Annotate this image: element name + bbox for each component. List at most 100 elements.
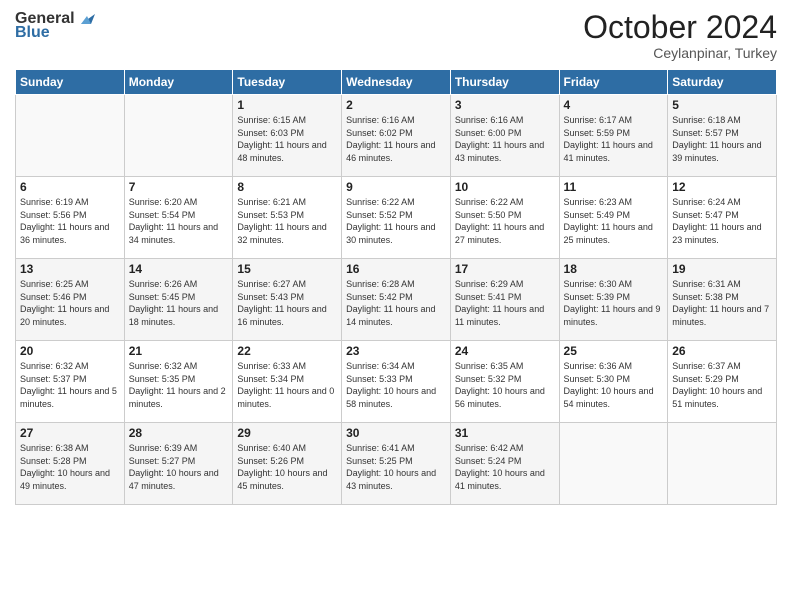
day-number-25: 25 — [564, 344, 664, 358]
day-info-11: Sunrise: 6:23 AM Sunset: 5:49 PM Dayligh… — [564, 196, 664, 246]
day-info-15: Sunrise: 6:27 AM Sunset: 5:43 PM Dayligh… — [237, 278, 337, 328]
day-number-15: 15 — [237, 262, 337, 276]
calendar-cell-4-7: 26 Sunrise: 6:37 AM Sunset: 5:29 PM Dayli… — [668, 341, 777, 423]
day-info-10: Sunrise: 6:22 AM Sunset: 5:50 PM Dayligh… — [455, 196, 555, 246]
day-number-31: 31 — [455, 426, 555, 440]
day-info-27: Sunrise: 6:38 AM Sunset: 5:28 PM Dayligh… — [20, 442, 120, 492]
day-info-8: Sunrise: 6:21 AM Sunset: 5:53 PM Dayligh… — [237, 196, 337, 246]
calendar-cell-1-4: 2 Sunrise: 6:16 AM Sunset: 6:02 PM Daylig… — [342, 95, 451, 177]
day-info-3: Sunrise: 6:16 AM Sunset: 6:00 PM Dayligh… — [455, 114, 555, 164]
calendar-cell-3-3: 15 Sunrise: 6:27 AM Sunset: 5:43 PM Dayli… — [233, 259, 342, 341]
day-number-1: 1 — [237, 98, 337, 112]
day-number-9: 9 — [346, 180, 446, 194]
calendar-cell-5-5: 31 Sunrise: 6:42 AM Sunset: 5:24 PM Dayli… — [450, 423, 559, 505]
day-number-22: 22 — [237, 344, 337, 358]
day-info-1: Sunrise: 6:15 AM Sunset: 6:03 PM Dayligh… — [237, 114, 337, 164]
day-info-20: Sunrise: 6:32 AM Sunset: 5:37 PM Dayligh… — [20, 360, 120, 410]
day-info-18: Sunrise: 6:30 AM Sunset: 5:39 PM Dayligh… — [564, 278, 664, 328]
day-info-6: Sunrise: 6:19 AM Sunset: 5:56 PM Dayligh… — [20, 196, 120, 246]
calendar-cell-3-7: 19Sunrise: 6:31 AM Sunset: 5:38 PM Dayli… — [668, 259, 777, 341]
calendar-cell-3-1: 13 Sunrise: 6:25 AM Sunset: 5:46 PM Dayli… — [16, 259, 125, 341]
day-number-27: 27 — [20, 426, 120, 440]
day-number-12: 12 — [672, 180, 772, 194]
day-number-14: 14 — [129, 262, 229, 276]
calendar-cell-1-6: 4 Sunrise: 6:17 AM Sunset: 5:59 PM Daylig… — [559, 95, 668, 177]
day-number-5: 5 — [672, 98, 772, 112]
day-number-26: 26 — [672, 344, 772, 358]
week-row-5: 27 Sunrise: 6:38 AM Sunset: 5:28 PM Dayli… — [16, 423, 777, 505]
day-number-11: 11 — [564, 180, 664, 194]
header-tuesday: Tuesday — [233, 70, 342, 95]
day-info-2: Sunrise: 6:16 AM Sunset: 6:02 PM Dayligh… — [346, 114, 446, 164]
calendar-cell-5-6 — [559, 423, 668, 505]
calendar-cell-4-6: 25Sunrise: 6:36 AM Sunset: 5:30 PM Dayli… — [559, 341, 668, 423]
calendar-cell-1-3: 1 Sunrise: 6:15 AM Sunset: 6:03 PM Daylig… — [233, 95, 342, 177]
logo: General Blue — [15, 10, 99, 42]
day-number-4: 4 — [564, 98, 664, 112]
title-block: October 2024 Ceylanpinar, Turkey — [583, 10, 777, 61]
calendar-cell-1-1 — [16, 95, 125, 177]
week-row-3: 13 Sunrise: 6:25 AM Sunset: 5:46 PM Dayli… — [16, 259, 777, 341]
calendar: Sunday Monday Tuesday Wednesday Thursday… — [15, 69, 777, 505]
calendar-cell-2-3: 8 Sunrise: 6:21 AM Sunset: 5:53 PM Daylig… — [233, 177, 342, 259]
day-number-20: 20 — [20, 344, 120, 358]
day-number-2: 2 — [346, 98, 446, 112]
day-info-24: Sunrise: 6:35 AM Sunset: 5:32 PM Dayligh… — [455, 360, 555, 410]
day-info-30: Sunrise: 6:41 AM Sunset: 5:25 PM Dayligh… — [346, 442, 446, 492]
calendar-cell-5-3: 29Sunrise: 6:40 AM Sunset: 5:26 PM Dayli… — [233, 423, 342, 505]
day-info-12: Sunrise: 6:24 AM Sunset: 5:47 PM Dayligh… — [672, 196, 772, 246]
week-row-1: 1 Sunrise: 6:15 AM Sunset: 6:03 PM Daylig… — [16, 95, 777, 177]
day-info-17: Sunrise: 6:29 AM Sunset: 5:41 PM Dayligh… — [455, 278, 555, 328]
calendar-cell-2-6: 11 Sunrise: 6:23 AM Sunset: 5:49 PM Dayli… — [559, 177, 668, 259]
day-info-16: Sunrise: 6:28 AM Sunset: 5:42 PM Dayligh… — [346, 278, 446, 328]
calendar-cell-2-2: 7 Sunrise: 6:20 AM Sunset: 5:54 PM Daylig… — [124, 177, 233, 259]
week-row-4: 20 Sunrise: 6:32 AM Sunset: 5:37 PM Dayli… — [16, 341, 777, 423]
calendar-cell-1-5: 3 Sunrise: 6:16 AM Sunset: 6:00 PM Daylig… — [450, 95, 559, 177]
calendar-cell-3-5: 17 Sunrise: 6:29 AM Sunset: 5:41 PM Dayli… — [450, 259, 559, 341]
calendar-cell-4-1: 20 Sunrise: 6:32 AM Sunset: 5:37 PM Dayli… — [16, 341, 125, 423]
header-friday: Friday — [559, 70, 668, 95]
calendar-cell-3-6: 18Sunrise: 6:30 AM Sunset: 5:39 PM Dayli… — [559, 259, 668, 341]
day-info-21: Sunrise: 6:32 AM Sunset: 5:35 PM Dayligh… — [129, 360, 229, 410]
calendar-cell-1-7: 5 Sunrise: 6:18 AM Sunset: 5:57 PM Daylig… — [668, 95, 777, 177]
day-info-22: Sunrise: 6:33 AM Sunset: 5:34 PM Dayligh… — [237, 360, 337, 410]
calendar-cell-4-5: 24 Sunrise: 6:35 AM Sunset: 5:32 PM Dayli… — [450, 341, 559, 423]
day-info-14: Sunrise: 6:26 AM Sunset: 5:45 PM Dayligh… — [129, 278, 229, 328]
calendar-cell-2-4: 9Sunrise: 6:22 AM Sunset: 5:52 PM Daylig… — [342, 177, 451, 259]
day-number-30: 30 — [346, 426, 446, 440]
day-number-29: 29 — [237, 426, 337, 440]
header-saturday: Saturday — [668, 70, 777, 95]
calendar-cell-2-1: 6 Sunrise: 6:19 AM Sunset: 5:56 PM Daylig… — [16, 177, 125, 259]
day-number-7: 7 — [129, 180, 229, 194]
calendar-cell-5-4: 30 Sunrise: 6:41 AM Sunset: 5:25 PM Dayli… — [342, 423, 451, 505]
calendar-cell-3-4: 16 Sunrise: 6:28 AM Sunset: 5:42 PM Dayli… — [342, 259, 451, 341]
month-title: October 2024 — [583, 10, 777, 45]
day-info-13: Sunrise: 6:25 AM Sunset: 5:46 PM Dayligh… — [20, 278, 120, 328]
calendar-cell-2-7: 12 Sunrise: 6:24 AM Sunset: 5:47 PM Dayli… — [668, 177, 777, 259]
day-info-31: Sunrise: 6:42 AM Sunset: 5:24 PM Dayligh… — [455, 442, 555, 492]
header: General Blue October 2024 Ceylanpinar, T… — [15, 10, 777, 61]
day-info-26: Sunrise: 6:37 AM Sunset: 5:29 PM Dayligh… — [672, 360, 772, 410]
day-number-21: 21 — [129, 344, 229, 358]
logo-blue-text: Blue — [15, 24, 50, 42]
day-number-6: 6 — [20, 180, 120, 194]
day-info-5: Sunrise: 6:18 AM Sunset: 5:57 PM Dayligh… — [672, 114, 772, 164]
header-thursday: Thursday — [450, 70, 559, 95]
day-number-13: 13 — [20, 262, 120, 276]
day-info-7: Sunrise: 6:20 AM Sunset: 5:54 PM Dayligh… — [129, 196, 229, 246]
day-number-16: 16 — [346, 262, 446, 276]
logo-icon — [77, 6, 99, 28]
day-number-8: 8 — [237, 180, 337, 194]
header-wednesday: Wednesday — [342, 70, 451, 95]
header-sunday: Sunday — [16, 70, 125, 95]
page: General Blue October 2024 Ceylanpinar, T… — [0, 0, 792, 612]
day-info-28: Sunrise: 6:39 AM Sunset: 5:27 PM Dayligh… — [129, 442, 229, 492]
day-number-23: 23 — [346, 344, 446, 358]
day-number-3: 3 — [455, 98, 555, 112]
day-number-24: 24 — [455, 344, 555, 358]
week-row-2: 6 Sunrise: 6:19 AM Sunset: 5:56 PM Daylig… — [16, 177, 777, 259]
day-number-17: 17 — [455, 262, 555, 276]
calendar-cell-5-1: 27 Sunrise: 6:38 AM Sunset: 5:28 PM Dayli… — [16, 423, 125, 505]
day-info-4: Sunrise: 6:17 AM Sunset: 5:59 PM Dayligh… — [564, 114, 664, 164]
calendar-cell-4-4: 23Sunrise: 6:34 AM Sunset: 5:33 PM Dayli… — [342, 341, 451, 423]
